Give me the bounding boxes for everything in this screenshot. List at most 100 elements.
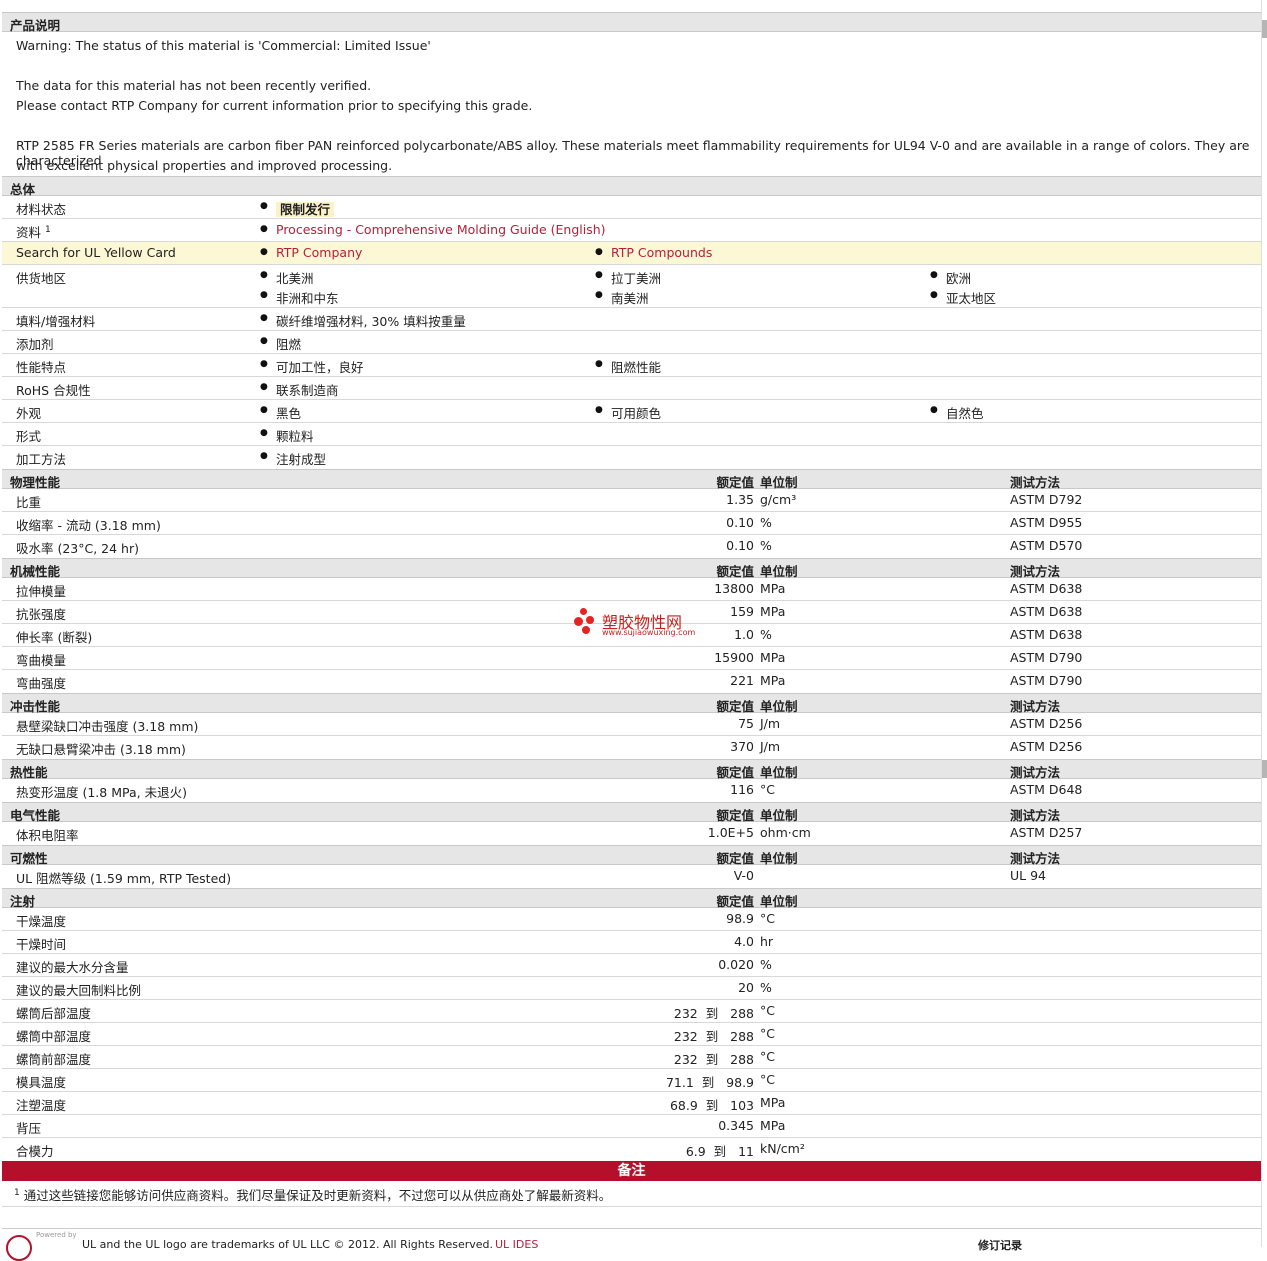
row-label: 供货地区 — [16, 271, 67, 286]
property-label: 螺筒中部温度 — [16, 1029, 92, 1044]
property-value: 1.35 — [726, 492, 754, 507]
ul-logo-icon — [6, 1235, 32, 1261]
scrollbar-mark — [1262, 20, 1267, 38]
property-value: 71.1 到 98.9 — [665, 1075, 754, 1090]
region-item: 非洲和中东 — [260, 288, 338, 307]
table-row: 干燥时间 4.0 hr — [2, 931, 1261, 954]
trademark-text: UL and the UL logo are trademarks of UL … — [82, 1238, 493, 1251]
property-value: 116 — [730, 782, 754, 797]
property-unit: °C — [760, 1049, 775, 1064]
logo-dot-icon — [580, 608, 587, 615]
scrollbar-track[interactable] — [1261, 0, 1267, 1247]
property-value: 221 — [730, 673, 754, 688]
property-unit: J/m — [760, 739, 781, 754]
row-features: 性能特点 可加工性，良好 阻燃性能 — [2, 354, 1261, 377]
property-value: 1.0 — [734, 627, 754, 642]
property-unit: MPa — [760, 604, 786, 619]
table-row: 悬壁梁缺口冲击强度 (3.18 mm) 75 J/m ASTM D256 — [2, 713, 1261, 736]
test-method: ASTM D570 — [1010, 538, 1083, 553]
property-label: 弯曲强度 — [16, 676, 67, 691]
property-unit: % — [760, 980, 772, 995]
test-method: ASTM D790 — [1010, 673, 1083, 688]
test-method: ASTM D257 — [1010, 825, 1083, 840]
section-impact: 冲击性能 额定值 单位制 测试方法 — [2, 693, 1261, 714]
verify-text: The data for this material has not been … — [16, 78, 372, 93]
property-unit: % — [760, 515, 772, 530]
property-label: 热变形温度 (1.8 MPa, 未退火) — [16, 785, 187, 800]
property-value: 98.9 — [726, 911, 754, 926]
property-value: V-0 — [733, 868, 754, 883]
region-item: 北美洲 — [260, 268, 313, 287]
property-unit: % — [760, 538, 772, 553]
property-unit: °C — [760, 782, 775, 797]
region-item: 拉丁美洲 — [595, 268, 661, 287]
property-value: 0.020 — [718, 957, 754, 972]
property-value: 6.9 到 11 — [685, 1144, 754, 1159]
property-label: 建议的最大水分含量 — [16, 960, 129, 975]
row-ul-yellow-card: Search for UL Yellow Card RTP Company RT… — [2, 242, 1261, 265]
row-supply-region: 供货地区 北美洲 拉丁美洲 欧洲 非洲和中东 南美洲 亚太地区 — [2, 265, 1261, 308]
row-label: Search for UL Yellow Card — [16, 245, 176, 260]
test-method: ASTM D792 — [1010, 492, 1083, 507]
property-label: 模具温度 — [16, 1075, 67, 1090]
property-label: 干燥时间 — [16, 937, 67, 952]
property-unit: hr — [760, 934, 774, 949]
warning-text: Warning: The status of this material is … — [16, 38, 431, 53]
test-method: ASTM D638 — [1010, 581, 1083, 596]
property-value: 370 — [730, 739, 754, 754]
section-product-description: 产品说明 — [2, 12, 1261, 33]
bullet-item: 限制发行 — [260, 199, 335, 218]
test-method: ASTM D648 — [1010, 782, 1083, 797]
section-thermal: 热性能 额定值 单位制 测试方法 — [2, 759, 1261, 780]
row-label: 材料状态 — [16, 202, 67, 217]
notes-header: 备注 — [2, 1161, 1261, 1181]
watermark-url: www.sujiaowuxing.com — [602, 628, 696, 637]
test-method: ASTM D638 — [1010, 604, 1083, 619]
row-documents: 资料 1 Processing - Comprehensive Molding … — [2, 219, 1261, 242]
rtp-company-link[interactable]: RTP Company — [260, 245, 362, 260]
table-row: 比重 1.35 g/cm³ ASTM D792 — [2, 489, 1261, 512]
table-row: 建议的最大回制料比例 20% — [2, 977, 1261, 1000]
appearance-item: 黑色 — [260, 403, 301, 422]
property-label: 背压 — [16, 1121, 42, 1136]
property-unit: °C — [760, 1026, 775, 1041]
row-label: 加工方法 — [16, 452, 67, 467]
status-badge: 限制发行 — [276, 202, 335, 217]
table-row: 弯曲强度 221 MPa ASTM D790 — [2, 670, 1261, 693]
property-value: 0.10 — [726, 538, 754, 553]
table-row: 螺筒后部温度 232 到 288 °C — [2, 1000, 1261, 1023]
row-rohs: RoHS 合规性 联系制造商 — [2, 377, 1261, 400]
property-label: 螺筒后部温度 — [16, 1006, 92, 1021]
section-title: 产品说明 — [10, 18, 61, 33]
appearance-item: 自然色 — [930, 403, 983, 422]
property-value: 1.0E+5 — [707, 825, 754, 840]
footnote-marker: 1 — [45, 224, 51, 235]
row-label: 外观 — [16, 406, 42, 421]
property-unit: MPa — [760, 650, 786, 665]
contact-text: Please contact RTP Company for current i… — [16, 98, 533, 113]
table-row: 拉伸模量 13800 MPa ASTM D638 — [2, 578, 1261, 601]
rtp-compounds-link[interactable]: RTP Compounds — [595, 245, 712, 260]
region-item: 南美洲 — [595, 288, 648, 307]
table-row: 收缩率 - 流动 (3.18 mm) 0.10% ASTM D955 — [2, 512, 1261, 535]
additive-value: 阻燃 — [260, 334, 301, 353]
appearance-item: 可用颜色 — [595, 403, 661, 422]
ul-ides-link[interactable]: UL IDES — [495, 1238, 538, 1251]
test-method: ASTM D638 — [1010, 627, 1083, 642]
property-unit: °C — [760, 1072, 775, 1087]
property-label: 注塑温度 — [16, 1098, 67, 1113]
table-row: 吸水率 (23°C, 24 hr) 0.10% ASTM D570 — [2, 535, 1261, 558]
property-unit: °C — [760, 1003, 775, 1018]
table-row: 建议的最大水分含量 0.020% — [2, 954, 1261, 977]
property-value: 4.0 — [734, 934, 754, 949]
property-value: 13800 — [714, 581, 754, 596]
test-method: ASTM D790 — [1010, 650, 1083, 665]
property-label: 伸长率 (断裂) — [16, 630, 93, 645]
feature-item: 可加工性，良好 — [260, 357, 363, 376]
notes-text: 1 通过这些链接您能够访问供应商资料。我们尽量保证及时更新资料，不过您可以从供应… — [14, 1185, 611, 1204]
method-value: 注射成型 — [260, 449, 326, 468]
footer: Powered by UL and the UL logo are tradem… — [2, 1228, 1261, 1261]
molding-guide-link[interactable]: Processing - Comprehensive Molding Guide… — [260, 222, 606, 237]
revision-history-link[interactable]: 修订记录 — [978, 1237, 1022, 1253]
region-item: 亚太地区 — [930, 288, 996, 307]
